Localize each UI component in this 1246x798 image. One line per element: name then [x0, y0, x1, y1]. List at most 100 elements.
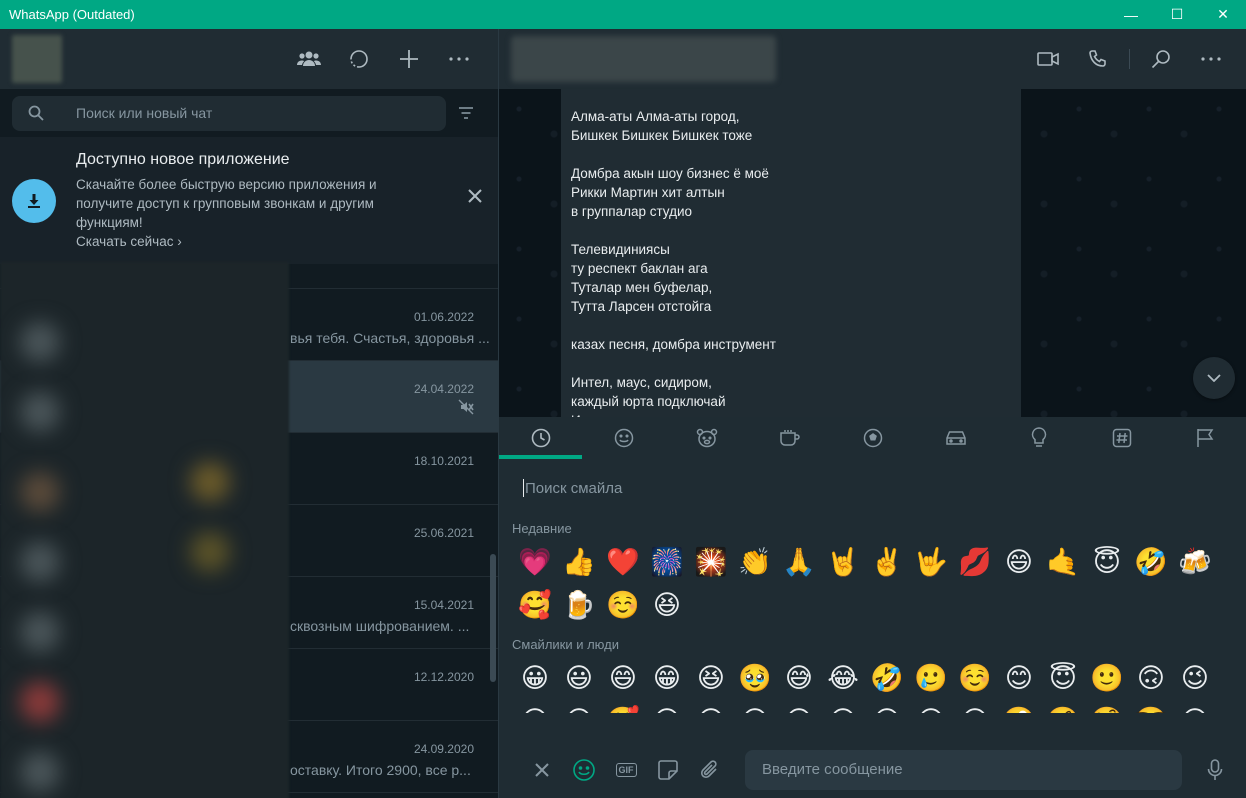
emoji-item[interactable]: ☺️ — [601, 584, 645, 627]
tab-flags[interactable] — [1163, 417, 1246, 459]
emoji-item[interactable]: ☺️ — [953, 657, 997, 700]
message-bubble[interactable]: Алма-аты Алма-аты город, Бишкек Бишкек Б… — [561, 89, 1021, 417]
message-line: Бишкек Бишкек Бишкек тоже — [571, 128, 753, 143]
download-now-link[interactable]: Скачать сейчас › — [76, 234, 421, 249]
tab-symbols[interactable] — [1080, 417, 1163, 459]
recent-emoji-grid: 💗 👍 ❤️ 🎆 🎇 👏 🙏 🤘 ✌️ 🤟 💋 😄 🤙 😇 🤣 🍻 🥰 🍺 ☺️ 😆 — [499, 541, 1219, 627]
emoji-item[interactable]: 😇 — [1085, 541, 1129, 584]
scroll-down-button[interactable] — [1193, 357, 1235, 399]
avatar[interactable] — [12, 35, 62, 83]
emoji-item[interactable]: 🥰 — [601, 700, 645, 713]
close-panel-icon[interactable] — [521, 750, 563, 790]
tab-objects[interactable] — [997, 417, 1080, 459]
emoji-item[interactable]: 😆 — [689, 657, 733, 700]
recent-section-label: Недавние — [512, 521, 572, 536]
voice-call-icon[interactable] — [1073, 39, 1123, 79]
emoji-item[interactable]: 😘 — [645, 700, 689, 713]
emoji-item[interactable]: 🧐 — [1085, 700, 1129, 713]
emoji-item[interactable]: 🍻 — [1173, 541, 1217, 584]
close-window-button[interactable]: ✕ — [1200, 0, 1246, 29]
maximize-button[interactable]: ☐ — [1154, 0, 1200, 29]
emoji-item[interactable]: ✌️ — [865, 541, 909, 584]
emoji-item[interactable]: 🎇 — [689, 541, 733, 584]
conversation-header — [499, 29, 1246, 89]
emoji-item[interactable]: 🙃 — [1129, 657, 1173, 700]
tab-food[interactable] — [748, 417, 831, 459]
emoji-item[interactable]: 😝 — [909, 700, 953, 713]
search-messages-icon[interactable] — [1136, 39, 1186, 79]
emoji-item[interactable]: 🤘 — [821, 541, 865, 584]
emoji-item[interactable]: 😙 — [733, 700, 777, 713]
sticker-icon[interactable] — [647, 750, 689, 790]
microphone-icon[interactable] — [1194, 750, 1236, 790]
emoji-item[interactable]: 😉 — [1173, 657, 1217, 700]
emoji-item[interactable]: 😜 — [953, 700, 997, 713]
emoji-search-placeholder: Поиск смайла — [525, 479, 623, 497]
tab-activities[interactable] — [831, 417, 914, 459]
emoji-item[interactable]: 😎 — [1173, 700, 1217, 713]
emoji-item[interactable]: 😍 — [557, 700, 601, 713]
filter-icon[interactable] — [446, 107, 486, 119]
emoji-item[interactable]: 😄 — [997, 541, 1041, 584]
tab-smileys[interactable] — [582, 417, 665, 459]
attach-icon[interactable] — [689, 750, 731, 790]
banner-close-icon[interactable] — [468, 189, 482, 208]
emoji-item[interactable]: 😄 — [601, 657, 645, 700]
contact-name[interactable] — [511, 36, 776, 82]
tab-travel[interactable] — [914, 417, 997, 459]
emoji-item[interactable]: 🥲 — [909, 657, 953, 700]
emoji-item[interactable]: 🤣 — [865, 657, 909, 700]
emoji-item[interactable]: 😁 — [645, 657, 689, 700]
emoji-item[interactable]: 😇 — [1041, 657, 1085, 700]
emoji-icon[interactable] — [563, 750, 605, 790]
emoji-item[interactable]: 🙏 — [777, 541, 821, 584]
emoji-item[interactable]: 🤓 — [1129, 700, 1173, 713]
minimize-button[interactable]: — — [1108, 0, 1154, 29]
emoji-item[interactable]: 🤙 — [1041, 541, 1085, 584]
chat-menu-icon[interactable] — [1186, 39, 1236, 79]
emoji-item[interactable]: 👍 — [557, 541, 601, 584]
emoji-item[interactable]: 😀 — [513, 657, 557, 700]
emoji-item[interactable]: 🍺 — [557, 584, 601, 627]
message-line: Интел, маус, сидиром, — [571, 375, 712, 390]
emoji-item[interactable]: 😚 — [777, 700, 821, 713]
gif-icon[interactable]: GIF — [605, 750, 647, 790]
conversation-pane: Алма-аты Алма-аты город, Бишкек Бишкек Б… — [499, 29, 1246, 798]
emoji-item[interactable]: 💗 — [513, 541, 557, 584]
emoji-item[interactable]: 👏 — [733, 541, 777, 584]
tab-animals[interactable] — [665, 417, 748, 459]
status-icon[interactable] — [334, 39, 384, 79]
search-input[interactable]: Поиск или новый чат — [12, 95, 446, 131]
emoji-item[interactable]: 😃 — [557, 657, 601, 700]
tab-recent[interactable] — [499, 417, 582, 459]
update-banner: Доступно новое приложение Скачайте более… — [0, 137, 498, 264]
emoji-item[interactable]: 😗 — [689, 700, 733, 713]
smileys-section-label: Смайлики и люди — [512, 637, 619, 652]
emoji-item[interactable]: 😂 — [821, 657, 865, 700]
emoji-item[interactable]: 😆 — [645, 584, 689, 627]
new-chat-icon[interactable] — [384, 39, 434, 79]
emoji-item[interactable]: ❤️ — [601, 541, 645, 584]
menu-icon[interactable] — [434, 39, 484, 79]
emoji-item[interactable]: 💋 — [953, 541, 997, 584]
emoji-item[interactable]: 🙂 — [1085, 657, 1129, 700]
emoji-panel: Поиск смайла Недавние 💗 👍 ❤️ 🎆 🎇 👏 🙏 🤘 ✌️ 🤟 💋 😄 🤙 😇 🤣 🍻… — [499, 417, 1246, 741]
emoji-item[interactable]: 🥰 — [513, 584, 557, 627]
sidebar-scrollbar[interactable] — [490, 554, 496, 682]
emoji-search-input[interactable]: Поиск смайла — [499, 459, 1246, 517]
emoji-item[interactable]: 🤣 — [1129, 541, 1173, 584]
message-input[interactable]: Введите сообщение — [745, 749, 1182, 790]
emoji-item[interactable]: 😌 — [513, 700, 557, 713]
banner-title: Доступно новое приложение — [76, 151, 290, 168]
emoji-item[interactable]: 🥹 — [733, 657, 777, 700]
emoji-item[interactable]: 🤨 — [1041, 700, 1085, 713]
emoji-item[interactable]: 😛 — [865, 700, 909, 713]
emoji-item[interactable]: 🎆 — [645, 541, 689, 584]
emoji-item[interactable]: 😋 — [821, 700, 865, 713]
emoji-item[interactable]: 😅 — [777, 657, 821, 700]
emoji-item[interactable]: 🤟 — [909, 541, 953, 584]
emoji-item[interactable]: 😊 — [997, 657, 1041, 700]
communities-icon[interactable] — [284, 39, 334, 79]
emoji-item[interactable]: 🤪 — [997, 700, 1041, 713]
video-call-icon[interactable] — [1023, 39, 1073, 79]
